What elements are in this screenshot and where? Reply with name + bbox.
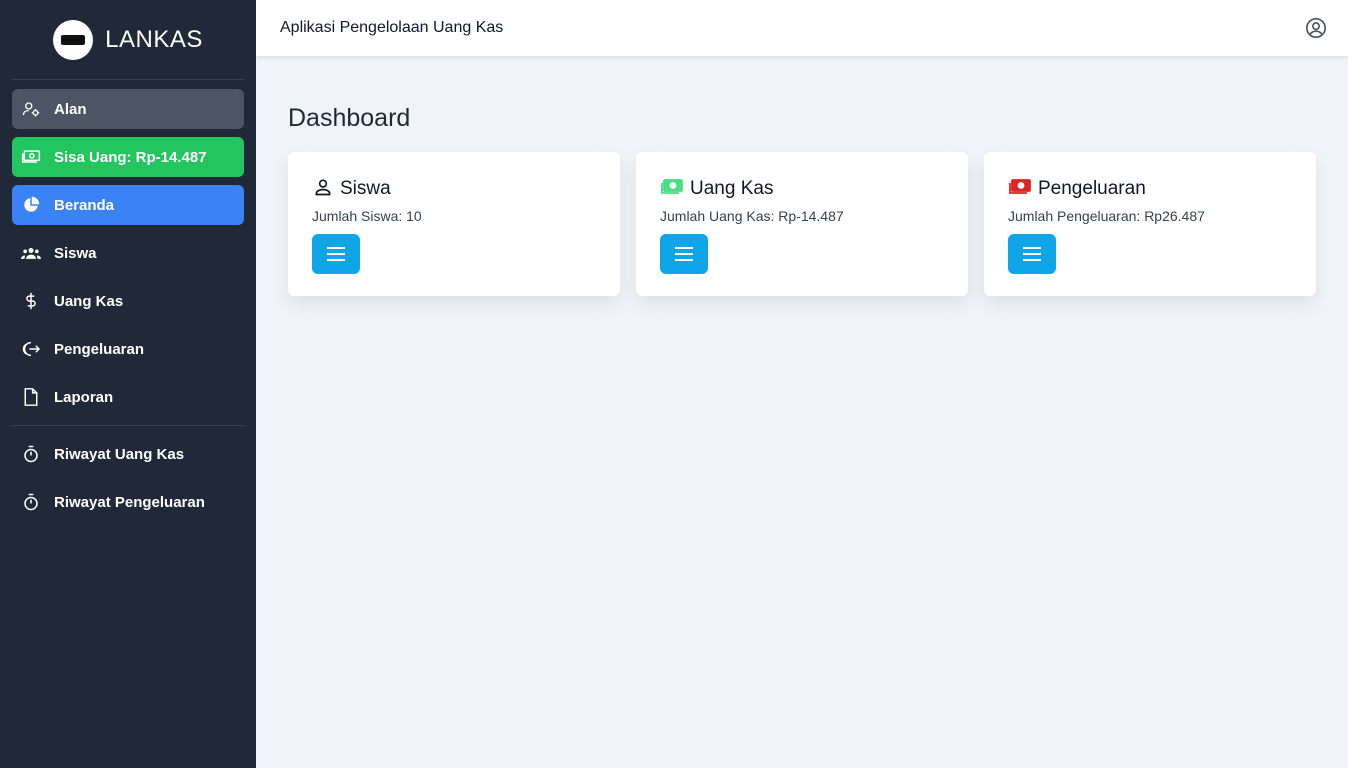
card-title: Pengeluaran [1038, 178, 1146, 199]
brand-logo [53, 19, 94, 60]
card-header: Uang Kas [660, 176, 944, 202]
sidebar-item-siswa[interactable]: Siswa [12, 233, 244, 273]
menu-button[interactable] [312, 234, 360, 274]
card-header: Pengeluaran [1008, 176, 1292, 202]
user-gear-icon [20, 98, 42, 120]
sidebar-item-label: Beranda [54, 196, 115, 214]
menu-icon [327, 247, 345, 261]
money-icon [1008, 178, 1032, 200]
card-title: Siswa [340, 178, 391, 199]
brand-name: LANKAS [105, 25, 203, 53]
main-content: Dashboard Siswa Jumlah Siswa: 10 Uang Ka… [256, 56, 1348, 768]
card-title: Uang Kas [690, 178, 774, 199]
menu-icon [1023, 247, 1041, 261]
card-pengeluaran: Pengeluaran Jumlah Pengeluaran: Rp26.487 [984, 152, 1316, 296]
card-uang-kas: Uang Kas Jumlah Uang Kas: Rp-14.487 [636, 152, 968, 296]
sidebar-item-label: Pengeluaran [54, 340, 145, 358]
card-header: Siswa [312, 176, 596, 202]
sidebar-item-label: Riwayat Uang Kas [54, 445, 185, 463]
stopwatch-icon [20, 443, 42, 465]
top-header: Aplikasi Pengelolaan Uang Kas [256, 0, 1348, 56]
card-text: Jumlah Uang Kas: Rp-14.487 [660, 208, 844, 224]
card-list: Siswa Jumlah Siswa: 10 Uang Kas Jumlah U… [288, 152, 1316, 296]
sidebar-item-label: Uang Kas [54, 292, 124, 310]
sidebar-item-label: Siswa [54, 244, 97, 262]
sidebar-item-label: Riwayat Pengeluaran [54, 493, 205, 511]
card-siswa: Siswa Jumlah Siswa: 10 [288, 152, 620, 296]
card-text: Jumlah Pengeluaran: Rp26.487 [1008, 208, 1205, 224]
document-icon [20, 386, 42, 408]
sidebar-item-label: Sisa Uang: Rp-14.487 [54, 148, 207, 166]
brand[interactable]: LANKAS [12, 0, 244, 80]
sidebar: LANKAS Alan Sisa Uang: Rp-14.487 Beranda [0, 0, 256, 768]
app-title: Aplikasi Pengelolaan Uang Kas [280, 19, 504, 36]
money-icon [20, 146, 42, 168]
sidebar-item-label: Alan [54, 100, 87, 118]
user-circle-icon[interactable] [1304, 16, 1328, 40]
users-icon [20, 242, 42, 264]
logout-arrow-icon [20, 338, 42, 360]
user-icon [312, 177, 334, 201]
pie-chart-icon [20, 194, 42, 216]
dollar-icon [20, 290, 42, 312]
stopwatch-icon [20, 491, 42, 513]
sidebar-item-riwayat-uang-kas[interactable]: Riwayat Uang Kas [12, 434, 244, 474]
card-text: Jumlah Siswa: 10 [312, 208, 422, 224]
sidebar-item-beranda[interactable]: Beranda [12, 185, 244, 225]
sidebar-item-uang-kas[interactable]: Uang Kas [12, 281, 244, 321]
sidebar-divider [12, 425, 244, 426]
page-title: Dashboard [288, 104, 411, 132]
sidebar-item-laporan[interactable]: Laporan [12, 377, 244, 417]
sidebar-item-balance[interactable]: Sisa Uang: Rp-14.487 [12, 137, 244, 177]
sidebar-nav: Alan Sisa Uang: Rp-14.487 Beranda Siswa [0, 80, 256, 522]
sidebar-item-riwayat-pengeluaran[interactable]: Riwayat Pengeluaran [12, 482, 244, 522]
money-icon [660, 178, 684, 200]
menu-button[interactable] [660, 234, 708, 274]
sidebar-item-user[interactable]: Alan [12, 89, 244, 129]
menu-icon [675, 247, 693, 261]
sidebar-item-label: Laporan [54, 388, 114, 406]
sidebar-item-pengeluaran[interactable]: Pengeluaran [12, 329, 244, 369]
brand-logo-mark [61, 34, 86, 45]
menu-button[interactable] [1008, 234, 1056, 274]
